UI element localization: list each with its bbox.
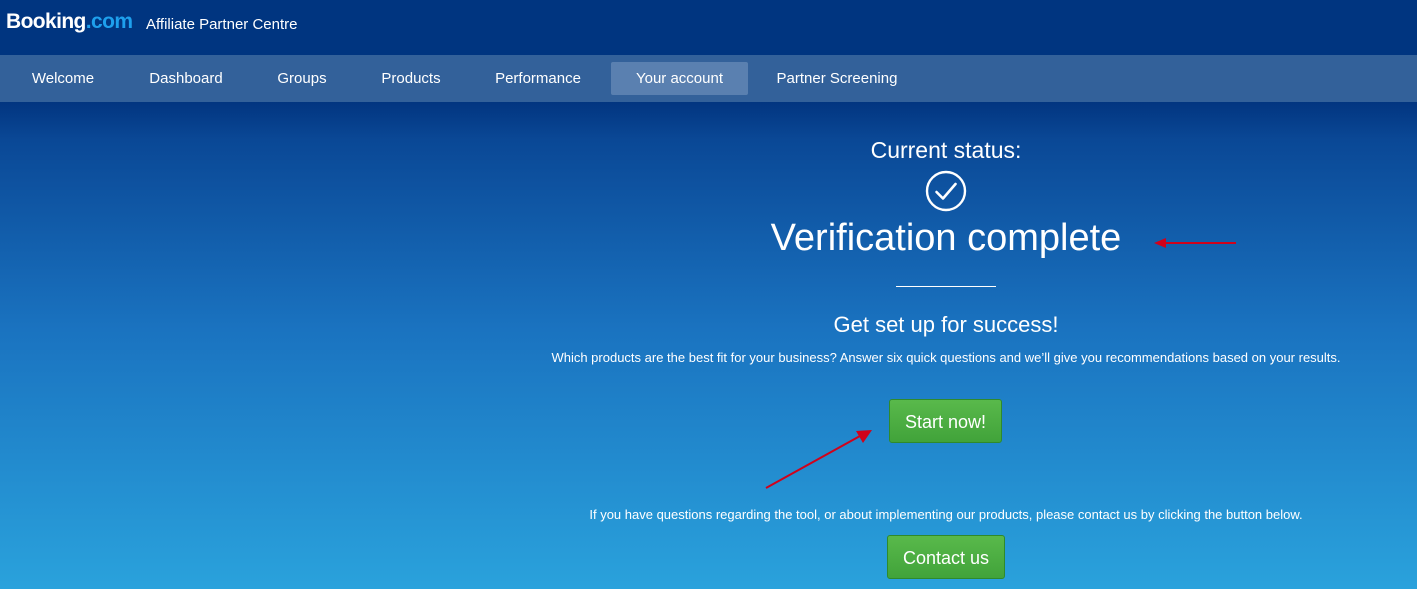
top-header: Booking.com Affiliate Partner Centre xyxy=(0,0,1417,55)
verification-status-headline: Verification complete xyxy=(770,217,1122,259)
tab-welcome[interactable]: Welcome xyxy=(14,62,112,95)
setup-heading: Get set up for success! xyxy=(833,312,1059,337)
tab-partner-screening[interactable]: Partner Screening xyxy=(763,62,911,95)
contact-description: If you have questions regarding the tool… xyxy=(589,507,1303,522)
booking-logo[interactable]: Booking.com xyxy=(6,9,133,35)
tab-performance[interactable]: Performance xyxy=(478,62,598,95)
setup-description: Which products are the best fit for your… xyxy=(551,350,1341,365)
tab-products[interactable]: Products xyxy=(364,62,458,95)
current-status-label: Current status: xyxy=(870,137,1022,163)
tab-groups[interactable]: Groups xyxy=(261,62,343,95)
product-name: Affiliate Partner Centre xyxy=(146,16,298,33)
annotation-arrow-up-right-icon xyxy=(765,430,872,489)
tab-dashboard[interactable]: Dashboard xyxy=(131,62,241,95)
main-nav: Welcome Dashboard Groups Products Perfor… xyxy=(0,55,1417,102)
start-now-button[interactable]: Start now! xyxy=(889,399,1002,443)
contact-us-button[interactable]: Contact us xyxy=(887,535,1005,579)
annotation-arrow-left-icon xyxy=(1154,238,1236,248)
section-divider xyxy=(896,286,996,287)
tab-your-account[interactable]: Your account xyxy=(611,62,748,95)
logo-text: Booking xyxy=(6,10,86,33)
checkmark-circle-icon xyxy=(925,170,967,212)
logo-suffix: .com xyxy=(85,10,133,33)
